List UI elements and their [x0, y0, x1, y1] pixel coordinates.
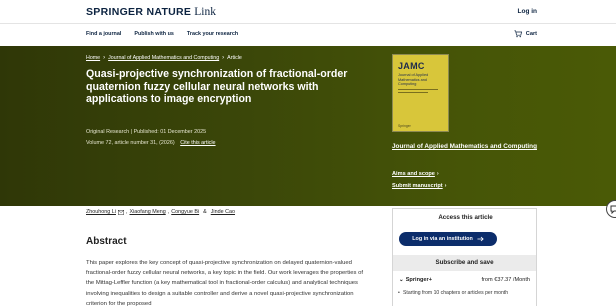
author-link[interactable]: Jinde Cao — [211, 209, 235, 215]
plan-name: Springer+ — [405, 277, 432, 283]
nav-links: Find a journal Publish with us Track you… — [86, 31, 238, 37]
author-separator: , — [167, 209, 170, 215]
author-link[interactable]: Xiaofang Meng — [129, 209, 165, 215]
article-title: Quasi-projective synchronization of frac… — [86, 68, 348, 106]
author-link[interactable]: Zhouhong Li — [86, 209, 116, 215]
cover-rule — [398, 89, 438, 90]
cite-article-link[interactable]: Cite this article — [180, 140, 215, 146]
arrow-right-icon: › — [444, 183, 447, 189]
subscribe-band: Subscribe and save — [393, 255, 536, 271]
nav-track-research[interactable]: Track your research — [187, 31, 238, 37]
cover-title: Journal of Applied Mathematics and Compu… — [398, 73, 429, 86]
author-list: Zhouhong Li , Xiaofang Meng , Congyue Bi… — [86, 209, 235, 215]
chevron-down-icon: ⌄ — [399, 277, 404, 283]
cover-rule — [398, 92, 428, 93]
breadcrumb-home[interactable]: Home — [86, 55, 100, 61]
arrow-right-icon: › — [436, 171, 439, 177]
cover-abbrev: JAMC — [398, 61, 425, 71]
publish-date: Published: 01 December 2025 — [133, 129, 207, 135]
aims-scope-link[interactable]: Aims and scope › — [392, 171, 439, 177]
chevron-right-icon: › — [222, 55, 225, 61]
plan-price: from €37.37 /Month — [481, 277, 530, 283]
journal-cover[interactable]: JAMC Journal of Applied Mathematics and … — [392, 54, 449, 132]
springer-nature-logo[interactable]: SPRINGER NATURE Link — [86, 6, 216, 18]
article-volume: Volume 72, article number 31, (2026) — [86, 140, 175, 146]
abstract-heading: Abstract — [86, 236, 127, 247]
envelope-icon — [118, 209, 124, 215]
plan-feature: Starting from 10 chapters or articles pe… — [398, 290, 523, 297]
brand-suffix: Link — [194, 6, 216, 18]
article-type: Original Research — [86, 129, 130, 135]
institution-login-label: Log in via an institution — [412, 236, 473, 242]
cart-button[interactable]: Cart — [514, 30, 537, 38]
journal-name-link[interactable]: Journal of Applied Mathematics and Compu… — [392, 142, 542, 151]
access-panel: Access this article Log in via an instit… — [392, 208, 537, 306]
chat-help-button[interactable] — [606, 200, 616, 218]
cart-icon — [514, 30, 522, 38]
article-volume-row: Volume 72, article number 31, (2026) Cit… — [86, 140, 216, 146]
access-heading: Access this article — [438, 214, 493, 221]
cover-publisher: Springer — [398, 124, 411, 128]
breadcrumb-current: Article — [227, 55, 242, 61]
breadcrumb-journal[interactable]: Journal of Applied Mathematics and Compu… — [108, 55, 219, 61]
main-nav: Find a journal Publish with us Track you… — [0, 24, 616, 46]
top-bar: SPRINGER NATURE Link Log in — [0, 0, 616, 24]
brand-name: SPRINGER NATURE — [86, 6, 192, 18]
abstract-text: This paper explores the key concept of q… — [86, 260, 363, 306]
arrow-right-icon — [477, 236, 484, 242]
plan-toggle[interactable]: ⌄ Springer+ — [399, 277, 432, 283]
submit-manuscript-link[interactable]: Submit manuscript › — [392, 183, 447, 189]
login-link[interactable]: Log in — [518, 8, 538, 15]
institution-login-button[interactable]: Log in via an institution — [399, 232, 497, 246]
cart-label: Cart — [525, 31, 537, 37]
aims-scope-label: Aims and scope — [392, 171, 435, 177]
breadcrumb: Home › Journal of Applied Mathematics an… — [86, 55, 242, 61]
author-separator: & — [203, 209, 207, 215]
chevron-right-icon: › — [103, 55, 106, 61]
author-link[interactable]: Congyue Bi — [171, 209, 199, 215]
chat-icon — [610, 205, 616, 214]
submit-manuscript-label: Submit manuscript — [392, 183, 443, 189]
nav-publish[interactable]: Publish with us — [134, 31, 174, 37]
article-hero: Home › Journal of Applied Mathematics an… — [0, 46, 616, 218]
author-separator: , — [125, 209, 128, 215]
article-meta: Original Research | Published: 01 Decemb… — [86, 129, 206, 135]
subscribe-heading: Subscribe and save — [435, 259, 494, 266]
nav-find-journal[interactable]: Find a journal — [86, 31, 121, 37]
